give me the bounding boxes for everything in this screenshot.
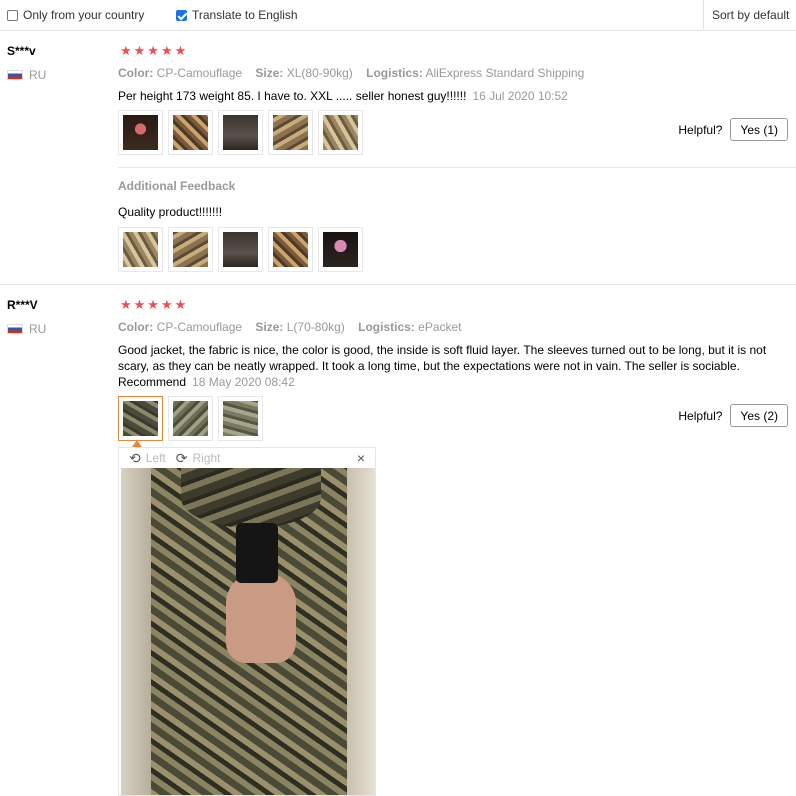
- review-photos: [118, 110, 368, 155]
- review-photo-thumb[interactable]: [168, 110, 213, 155]
- translate-filter[interactable]: Translate to English: [176, 8, 298, 22]
- color-key: Color:: [118, 66, 154, 80]
- reviewer-name: R***V: [7, 298, 38, 312]
- helpful-label: Helpful?: [678, 122, 723, 137]
- close-icon[interactable]: ×: [357, 450, 365, 466]
- size-value: L(70-80kg): [286, 320, 345, 334]
- review-photo-thumb[interactable]: [318, 227, 363, 272]
- star-rating: ★★★★★: [120, 43, 189, 58]
- size-value: XL(80-90kg): [286, 66, 353, 80]
- photo-background: [347, 468, 375, 795]
- reviewer-name: S***v: [7, 44, 36, 58]
- review-photo-thumb[interactable]: [218, 227, 263, 272]
- only-country-label: Only from your country: [23, 8, 145, 22]
- review-body: Per height 173 weight 85. I have to. XXL…: [118, 89, 467, 103]
- review-photo-thumb[interactable]: [268, 227, 313, 272]
- helpful-vote: Helpful? Yes (2): [678, 404, 788, 427]
- only-country-filter[interactable]: Only from your country: [7, 8, 144, 22]
- review-photo-thumb[interactable]: [118, 110, 163, 155]
- review-photo-thumb-selected[interactable]: [118, 396, 163, 441]
- star-rating: ★★★★★: [120, 297, 189, 312]
- additional-feedback-heading: Additional Feedback: [118, 179, 236, 193]
- review-date: 18 May 2020 08:42: [192, 375, 295, 389]
- review-photo-thumb[interactable]: [118, 227, 163, 272]
- filter-bar: Only from your country Translate to Engl…: [0, 0, 796, 31]
- review-text: Per height 173 weight 85. I have to. XXL…: [118, 88, 768, 104]
- russia-flag-icon: [7, 324, 23, 334]
- review-photos: [118, 396, 268, 441]
- rotate-right-icon: ⟳: [175, 449, 188, 466]
- logistics-key: Logistics:: [366, 66, 423, 80]
- photo-background: [121, 468, 151, 795]
- additional-photos: [118, 227, 368, 272]
- helpful-yes-button[interactable]: Yes (1): [730, 118, 788, 141]
- enlarged-review-photo: [121, 468, 375, 795]
- review-photo-thumb[interactable]: [168, 227, 213, 272]
- divider: [118, 167, 796, 168]
- logistics-key: Logistics:: [358, 320, 415, 334]
- reviewer-country: RU: [7, 322, 46, 336]
- rotate-right-label: Right: [192, 451, 221, 465]
- country-code: RU: [29, 322, 47, 336]
- phone: [236, 523, 278, 583]
- size-key: Size:: [255, 320, 284, 334]
- only-country-checkbox[interactable]: [7, 9, 18, 21]
- review-photo-thumb[interactable]: [268, 110, 313, 155]
- size-key: Size:: [255, 66, 284, 80]
- review-text: Good jacket, the fabric is nice, the col…: [118, 342, 778, 390]
- helpful-yes-button[interactable]: Yes (2): [730, 404, 788, 427]
- rotate-right-button[interactable]: ⟳ Right: [176, 450, 221, 467]
- sort-dropdown[interactable]: Sort by default: [703, 0, 796, 29]
- review-date: 16 Jul 2020 10:52: [472, 89, 568, 103]
- russia-flag-icon: [7, 70, 23, 80]
- rotate-left-label: Left: [145, 451, 166, 465]
- country-code: RU: [29, 68, 47, 82]
- review-photo-thumb[interactable]: [318, 110, 363, 155]
- translate-label: Translate to English: [192, 8, 298, 22]
- viewer-toolbar: ⟲ Left ⟳ Right ×: [119, 448, 375, 468]
- reviewer-country: RU: [7, 68, 46, 82]
- color-value: CP-Camouflage: [156, 320, 243, 334]
- jacket-hood: [181, 468, 321, 528]
- logistics-value: ePacket: [418, 320, 462, 334]
- translate-checkbox[interactable]: [176, 9, 187, 21]
- photo-viewer: ⟲ Left ⟳ Right ×: [118, 447, 376, 796]
- helpful-label: Helpful?: [678, 408, 723, 423]
- review-meta: Color: CP-Camouflage Size: XL(80-90kg) L…: [118, 66, 594, 80]
- additional-feedback-text: Quality product!!!!!!!: [118, 205, 223, 219]
- helpful-vote: Helpful? Yes (1): [678, 118, 788, 141]
- review-photo-thumb[interactable]: [218, 396, 263, 441]
- review-meta: Color: CP-Camouflage Size: L(70-80kg) Lo…: [118, 320, 472, 334]
- viewer-pointer: [132, 440, 142, 447]
- color-key: Color:: [118, 320, 154, 334]
- hand: [226, 573, 296, 663]
- rotate-left-button[interactable]: ⟲ Left: [129, 450, 166, 467]
- review-photo-thumb[interactable]: [218, 110, 263, 155]
- logistics-value: AliExpress Standard Shipping: [425, 66, 585, 80]
- review-photo-thumb[interactable]: [168, 396, 213, 441]
- color-value: CP-Camouflage: [156, 66, 243, 80]
- review-divider: [0, 284, 796, 285]
- rotate-left-icon: ⟲: [129, 449, 141, 466]
